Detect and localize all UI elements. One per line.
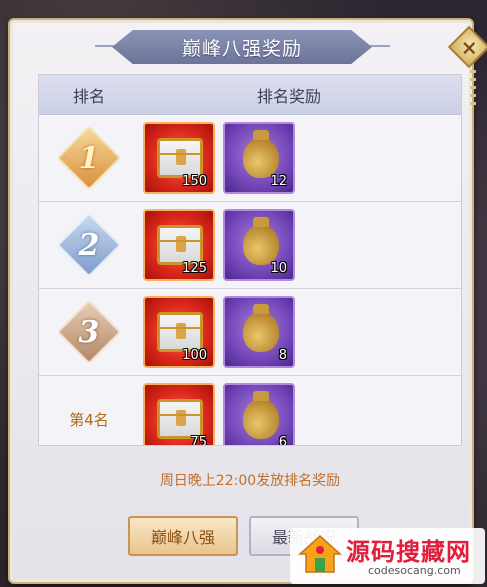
table-row: 3 100 8 (39, 289, 461, 376)
money-bag-item[interactable]: 12 (223, 122, 295, 194)
rank-1-badge-icon: 1 (56, 125, 122, 191)
watermark-title: 源码搜藏网 (346, 538, 471, 566)
title-line-right (370, 45, 390, 47)
item-count: 75 (190, 435, 207, 446)
rank-3-badge-icon: 3 (56, 299, 122, 365)
rank-cell: 3 (39, 299, 139, 365)
ranking-table[interactable]: 排名 排名奖励 1 150 12 2 125 10 3 100 8 第4名 75… (38, 74, 462, 446)
treasure-chest-icon (157, 138, 203, 178)
page-title: 巅峰八强奖励 (181, 37, 302, 60)
item-count: 6 (278, 435, 287, 446)
rank-cell: 第4名 (39, 409, 139, 430)
item-count: 150 (182, 174, 207, 189)
rank-cell: 1 (39, 125, 139, 191)
reward-items: 100 8 (139, 296, 295, 368)
treasure-chest-item[interactable]: 150 (143, 122, 215, 194)
item-count: 8 (278, 348, 287, 363)
rank-number: 2 (78, 227, 100, 263)
treasure-chest-icon (157, 312, 203, 352)
money-bag-item[interactable]: 10 (223, 209, 295, 281)
item-count: 12 (270, 174, 287, 189)
treasure-chest-item[interactable]: 100 (143, 296, 215, 368)
money-bag-item[interactable]: 8 (223, 296, 295, 368)
table-row: 2 125 10 (39, 202, 461, 289)
watermark: 源码搜藏网 codesocang.com (290, 528, 485, 584)
rank-cell: 2 (39, 212, 139, 278)
rank-number: 1 (78, 140, 100, 176)
header-rank: 排名 (72, 86, 105, 106)
rank-number: 3 (78, 314, 100, 350)
reward-items: 75 6 (139, 383, 295, 446)
item-count: 100 (182, 348, 207, 363)
rank-2-badge-icon: 2 (56, 212, 122, 278)
reward-items: 150 12 (139, 122, 295, 194)
table-row: 第4名 75 6 (39, 376, 461, 446)
close-icon: × (460, 34, 478, 59)
reward-items: 125 10 (139, 209, 295, 281)
treasure-chest-icon (157, 399, 203, 439)
title-banner: 巅峰八强奖励 (112, 30, 372, 64)
table-header: 排名 排名奖励 (39, 75, 461, 115)
item-count: 125 (182, 261, 207, 276)
title-line-left (95, 45, 115, 47)
rank-label: 第4名 (69, 410, 109, 429)
reward-schedule-note: 周日晚上22:00发放排名奖励 (159, 473, 341, 489)
treasure-chest-item[interactable]: 75 (143, 383, 215, 446)
house-logo-icon (298, 534, 342, 573)
treasure-chest-item[interactable]: 125 (143, 209, 215, 281)
money-bag-icon (243, 304, 279, 352)
money-bag-icon (243, 130, 279, 178)
header-reward: 排名奖励 (257, 86, 322, 106)
side-decoration (470, 70, 476, 110)
money-bag-icon (243, 217, 279, 265)
table-row: 1 150 12 (39, 115, 461, 202)
treasure-chest-icon (157, 225, 203, 265)
money-bag-icon (243, 391, 279, 439)
watermark-url: codesocang.com (368, 564, 461, 577)
item-count: 10 (270, 261, 287, 276)
tab-top8-button[interactable]: 巅峰八强 (128, 516, 238, 556)
money-bag-item[interactable]: 6 (223, 383, 295, 446)
